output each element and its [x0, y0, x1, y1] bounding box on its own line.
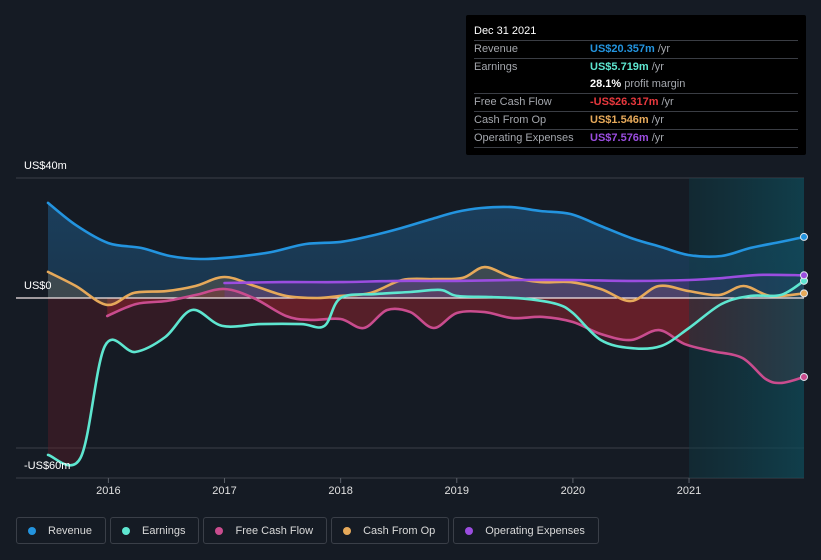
x-tick-label: 2016 — [96, 485, 121, 497]
x-tick-label: 2017 — [212, 485, 237, 497]
tooltip-unit: /yr — [651, 132, 664, 144]
legend-item-cash-from-op[interactable]: Cash From Op — [331, 517, 450, 544]
y-label-bottom: -US$60m — [24, 460, 71, 472]
tooltip-row: Free Cash Flow -US$26.317m/yr — [474, 93, 798, 111]
legend: Revenue Earnings Free Cash Flow Cash From O… — [16, 517, 599, 544]
x-tick-label: 2020 — [560, 485, 586, 497]
tooltip-row: 28.1% profit margin — [474, 76, 798, 93]
tooltip-key: Revenue — [474, 43, 519, 55]
tooltip-row: Revenue US$20.357m/yr — [474, 40, 798, 58]
tooltip-key: Cash From Op — [474, 114, 547, 126]
end-dot-operating-expenses[interactable] — [800, 271, 808, 280]
tooltip-row: Operating Expenses US$7.576m/yr — [474, 129, 798, 147]
tooltip-row: Cash From Op US$1.546m/yr — [474, 111, 798, 129]
legend-item-revenue[interactable]: Revenue — [16, 517, 107, 544]
legend-label: Revenue — [48, 524, 93, 537]
x-tick-label: 2019 — [444, 485, 470, 497]
legend-item-earnings[interactable]: Earnings — [110, 517, 200, 544]
legend-dot-icon — [465, 526, 474, 535]
end-dot-free-cash-flow[interactable] — [800, 372, 808, 381]
tooltip-unit: /yr — [661, 96, 674, 108]
end-dot-cash-from-op[interactable] — [800, 289, 808, 298]
legend-dot-icon — [28, 526, 36, 535]
legend-item-operating-expenses[interactable]: Operating Expenses — [453, 517, 599, 544]
legend-label: Operating Expenses — [485, 524, 585, 537]
tooltip-value: -US$26.317m — [590, 96, 659, 108]
tooltip-key: Earnings — [474, 61, 518, 73]
tooltip-unit: /yr — [651, 114, 664, 126]
forecast-highlight-region — [689, 178, 804, 478]
x-axis-ticks — [107, 478, 690, 483]
tooltip-unit: /yr — [657, 43, 671, 55]
legend-label: Cash From Op — [363, 524, 436, 537]
tooltip-key: Operating Expenses — [474, 132, 574, 144]
tooltip-value: US$7.576m — [590, 132, 649, 144]
tooltip-value: US$1.546m — [590, 114, 649, 126]
end-dot-revenue[interactable] — [800, 232, 808, 241]
x-tick-label: 2021 — [676, 485, 702, 497]
tooltip-value: US$5.719m — [590, 61, 649, 73]
tooltip-row: Earnings US$5.719m/yr — [474, 58, 798, 76]
tooltip-unit: profit margin — [624, 78, 686, 90]
tooltip-unit: /yr — [651, 61, 664, 73]
tooltip: Dec 31 2021 Revenue US$20.357m/yr Earnings… — [466, 15, 806, 155]
legend-label: Free Cash Flow — [235, 524, 314, 537]
legend-dot-icon — [122, 526, 131, 535]
legend-label: Earnings — [142, 524, 186, 537]
tooltip-date: Dec 31 2021 — [474, 25, 537, 37]
tooltip-value: US$20.357m — [590, 43, 655, 55]
y-label-top: US$40m — [24, 160, 67, 172]
tooltip-value: 28.1% — [590, 78, 622, 90]
tooltip-key: Free Cash Flow — [474, 96, 552, 108]
legend-dot-icon — [215, 526, 224, 535]
tooltip-key — [474, 76, 590, 93]
x-tick-label: 2018 — [328, 485, 353, 497]
legend-dot-icon — [343, 526, 352, 535]
legend-item-free-cash-flow[interactable]: Free Cash Flow — [203, 517, 328, 544]
y-label-zero: US$0 — [24, 280, 52, 292]
